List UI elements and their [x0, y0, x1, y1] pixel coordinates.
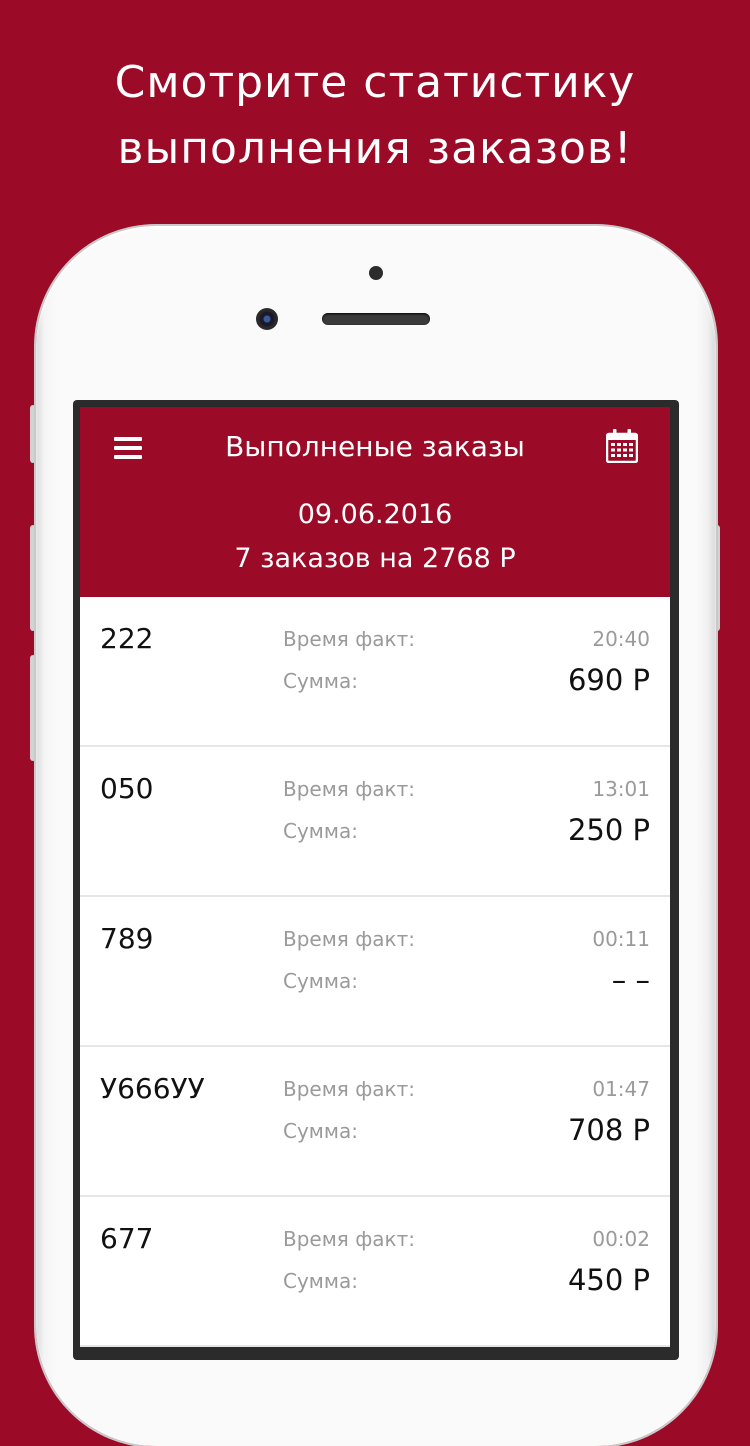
time-label: Время факт:: [283, 1227, 416, 1251]
order-number: 050: [100, 772, 154, 805]
order-number: 222: [100, 622, 154, 655]
page-title: Выполненые заказы: [225, 430, 525, 463]
sum-label: Сумма:: [283, 969, 358, 993]
list-item[interactable]: У666УУ Время факт: 01:47 Сумма: 708 Р: [80, 1047, 670, 1197]
time-label: Время факт:: [283, 1077, 416, 1101]
promo-line-2: выполнения заказов!: [117, 123, 633, 174]
orders-summary: 09.06.2016 7 заказов на 2768 Р: [80, 493, 670, 581]
phone-earpiece: [322, 313, 430, 325]
sum-label: Сумма:: [283, 1269, 358, 1293]
sum-value: 690 Р: [567, 663, 650, 697]
time-label: Время факт:: [283, 627, 416, 651]
sum-value: 708 Р: [567, 1113, 650, 1147]
summary-date: 09.06.2016: [297, 499, 453, 530]
time-label: Время факт:: [283, 777, 416, 801]
list-item[interactable]: 222 Время факт: 20:40 Сумма: 690 Р: [80, 597, 670, 747]
sum-value: 250 Р: [567, 813, 650, 847]
order-number: 789: [100, 922, 154, 955]
time-value: 13:01: [592, 777, 650, 801]
app-screen: Выполненые заказы 09.06.2016 7 заказов н…: [80, 407, 670, 1347]
front-camera-icon: [256, 308, 278, 330]
sum-label: Сумма:: [283, 819, 358, 843]
list-item[interactable]: 677 Время факт: 00:02 Сумма: 450 Р: [80, 1197, 670, 1347]
sum-label: Сумма:: [283, 1119, 358, 1143]
list-item[interactable]: 789 Время факт: 00:11 Сумма: – –: [80, 897, 670, 1047]
sum-value: 450 Р: [567, 1263, 650, 1297]
phone-sensor: [369, 266, 383, 280]
app-header: Выполненые заказы 09.06.2016 7 заказов н…: [80, 407, 670, 597]
sum-label: Сумма:: [283, 669, 358, 693]
list-item[interactable]: 050 Время факт: 13:01 Сумма: 250 Р: [80, 747, 670, 897]
summary-total: 7 заказов на 2768 Р: [234, 543, 516, 574]
orders-list: 222 Время факт: 20:40 Сумма: 690 Р 050 В…: [80, 597, 670, 1347]
time-value: 01:47: [592, 1077, 650, 1101]
sum-value: – –: [611, 963, 650, 997]
order-number: У666УУ: [100, 1072, 205, 1105]
promo-line-1: Смотрите статистику: [114, 57, 636, 108]
time-label: Время факт:: [283, 927, 416, 951]
time-value: 00:02: [592, 1227, 650, 1251]
time-value: 20:40: [592, 627, 650, 651]
time-value: 00:11: [592, 927, 650, 951]
order-number: 677: [100, 1222, 154, 1255]
promo-headline: Смотрите статистику выполнения заказов!: [0, 50, 750, 182]
calendar-icon[interactable]: [606, 429, 638, 463]
